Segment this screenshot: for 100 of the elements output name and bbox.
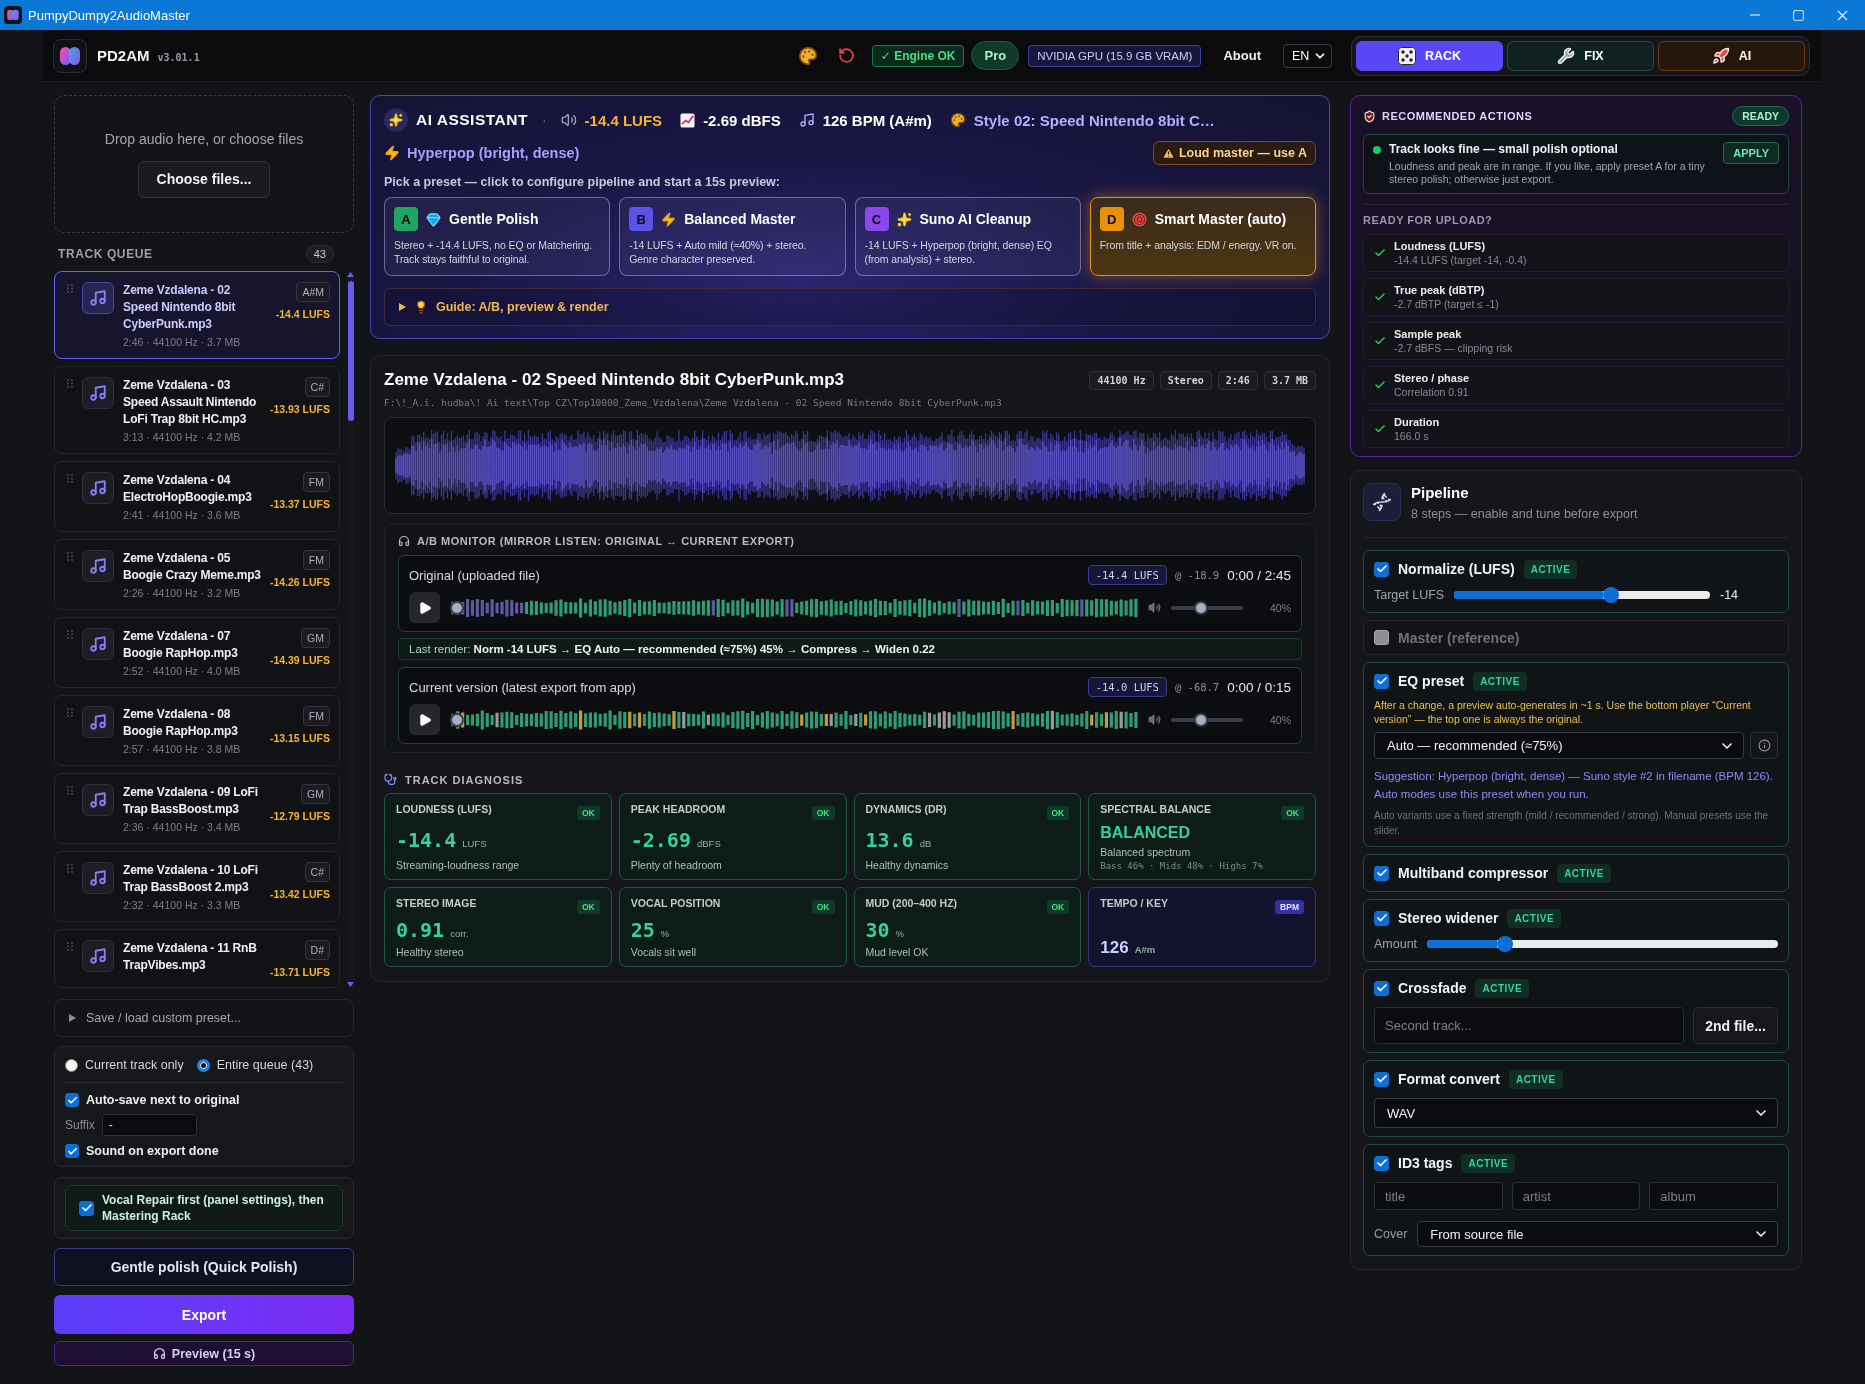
checkbox[interactable] xyxy=(65,1093,79,1107)
track-title: Zeme Vzdalena - 03 Speed Assault Nintendo LoFi Trap 8bit HC.mp3 xyxy=(123,377,258,428)
sparkle-icon xyxy=(384,108,408,132)
grip-icon[interactable] xyxy=(67,284,73,293)
track-item[interactable]: Zeme Vzdalena - 02 Speed Nintendo 8bit CyberPunk.mp3 2:46 · 44100 Hz · 3.7 MB A#M -14.4 LUFS xyxy=(54,271,340,359)
checkbox[interactable] xyxy=(79,1200,94,1216)
grip-icon[interactable] xyxy=(67,552,73,561)
maximize-icon[interactable] xyxy=(1792,8,1805,22)
loudness-value: -13.15 LUFS xyxy=(269,732,330,744)
music-note-icon xyxy=(82,550,114,582)
about-link[interactable]: About xyxy=(1223,48,1261,63)
mode-tab[interactable]: FIX xyxy=(1507,40,1654,71)
chart-icon xyxy=(680,112,696,128)
track-item[interactable]: Zeme Vzdalena - 10 LoFi Trap BassBoost 2.mp3 2:32 · 44100 Hz · 3.3 MB C# -13.42 LUFS xyxy=(54,851,340,922)
checkbox[interactable] xyxy=(1374,865,1389,881)
choose-files-button[interactable]: Choose files... xyxy=(137,160,271,198)
status-badge: OK xyxy=(577,900,600,914)
volume-thumb[interactable] xyxy=(1194,712,1209,727)
checklist-title: READY FOR UPLOAD? xyxy=(1363,214,1494,226)
grip-icon[interactable] xyxy=(67,708,73,717)
grip-icon[interactable] xyxy=(67,864,73,873)
track-title: Zeme Vzdalena - 07 Boogie RapHop.mp3 xyxy=(123,628,239,662)
custom-preset-toggle[interactable]: Save / load custom preset... xyxy=(54,999,354,1037)
track-item[interactable]: Zeme Vzdalena - 09 LoFi Trap BassBoost.mp3 2:36 · 44100 Hz · 3.4 MB GM -12.79 LUFS xyxy=(54,773,340,844)
tag-input[interactable]: title xyxy=(1374,1182,1503,1210)
preset-card[interactable]: A Gentle Polish Stereo + -14.4 LUFS, no EQ or Matchering. Track stays faithful to original. xyxy=(384,197,611,276)
track-item[interactable]: Zeme Vzdalena - 04 ElectroHopBoogie.mp3 2:41 · 44100 Hz · 3.6 MB FM -13.37 LUFS xyxy=(54,461,340,532)
seek-thumb[interactable] xyxy=(450,600,464,615)
track-tag: 44100 Hz xyxy=(1089,370,1154,390)
tag-input[interactable]: album xyxy=(1649,1182,1778,1210)
preview-button[interactable]: Preview (15 s) xyxy=(54,1341,354,1366)
status-badge: OK xyxy=(1281,806,1304,820)
second-file-button[interactable]: 2nd file... xyxy=(1693,1007,1778,1044)
track-item[interactable]: Zeme Vzdalena - 03 Speed Assault Nintendo LoFi Trap 8bit HC.mp3 3:13 · 44100 Hz · 4.2 MB C# -13.93 LUFS xyxy=(54,366,340,454)
caret-icon[interactable] xyxy=(399,303,406,311)
loudness-badge: -14.0 LUFS xyxy=(1087,677,1167,697)
export-button[interactable]: Export xyxy=(54,1295,354,1334)
render-summary: Last render: Norm -14 LUFS → EQ Auto — recommended (≈75%) 45% → Compress → Widen 0.22 xyxy=(398,638,1302,660)
radio-button[interactable] xyxy=(65,1058,78,1072)
music-note-icon xyxy=(798,112,815,128)
metric-note: Healthy stereo xyxy=(396,946,465,958)
radio-button[interactable] xyxy=(196,1058,210,1072)
scroll-up-icon[interactable] xyxy=(347,272,354,277)
checkbox[interactable] xyxy=(1374,1071,1389,1087)
grip-icon[interactable] xyxy=(67,379,73,388)
scroll-down-icon[interactable] xyxy=(347,982,354,987)
track-item[interactable]: Zeme Vzdalena - 11 RnB TrapVibes.mp3 D# -13.71 LUFS xyxy=(54,929,340,988)
checkbox[interactable] xyxy=(65,1144,79,1158)
eq-preset-select[interactable]: Auto — recommended (≈75%) xyxy=(1374,732,1744,759)
volume-thumb[interactable] xyxy=(1194,600,1209,615)
guide-toggle[interactable]: Guide: A/B, preview & render xyxy=(384,288,1316,326)
checkbox[interactable] xyxy=(1374,630,1389,645)
drop-zone[interactable]: Drop audio here, or choose files Choose files... xyxy=(54,95,354,233)
tag-input[interactable]: artist xyxy=(1511,1182,1641,1210)
track-item[interactable]: Zeme Vzdalena - 05 Boogie Crazy Meme.mp3 2:26 · 44100 Hz · 3.2 MB FM -14.26 LUFS xyxy=(54,539,340,610)
key-badge: A#M xyxy=(296,282,330,302)
slider-thumb[interactable] xyxy=(1602,587,1619,603)
grip-icon[interactable] xyxy=(67,474,73,483)
checkbox[interactable] xyxy=(1374,1155,1389,1171)
suffix-input[interactable]: - xyxy=(101,1114,197,1136)
preset-card[interactable]: D Smart Master (auto) From title + analysis: EDM / energy. VR on. xyxy=(1089,197,1316,276)
language-select[interactable]: EN xyxy=(1283,43,1332,68)
palette-icon[interactable] xyxy=(797,45,818,66)
metric-value: 30 xyxy=(865,918,890,942)
second-track-input[interactable]: Second track... xyxy=(1374,1007,1684,1044)
checkbox[interactable] xyxy=(1374,980,1389,996)
track-item[interactable]: Zeme Vzdalena - 08 Boogie RapHop.mp3 2:57 · 44100 Hz · 3.8 MB FM -13.15 LUFS xyxy=(54,695,340,766)
preset-card[interactable]: C Suno AI Cleanup -14 LUFS + Hyperpop (bright, dense) EQ (from analysis) + stereo. xyxy=(854,197,1081,276)
preset-card[interactable]: B Balanced Master -14 LUFS + Auto mild (≈40%) + stereo. Genre character preserved. xyxy=(619,197,846,276)
grip-icon[interactable] xyxy=(67,630,73,639)
play-button[interactable] xyxy=(409,592,440,623)
grip-icon[interactable] xyxy=(67,786,73,795)
quick-polish-button[interactable]: Gentle polish (Quick Polish) xyxy=(54,1248,354,1286)
caret-icon[interactable] xyxy=(69,1014,76,1022)
scrollbar-thumb[interactable] xyxy=(347,281,354,421)
mode-tab[interactable]: RACK xyxy=(1356,40,1503,71)
mode-tab[interactable]: AI xyxy=(1658,40,1805,71)
cover-select[interactable]: From source file xyxy=(1417,1221,1778,1247)
checkbox[interactable] xyxy=(1374,673,1389,689)
track-title: Zeme Vzdalena - 04 ElectroHopBoogie.mp3 xyxy=(123,472,253,506)
format-select[interactable]: WAV xyxy=(1374,1098,1778,1128)
seek-thumb[interactable] xyxy=(450,712,464,727)
metric-label: TEMPO / KEY xyxy=(1100,897,1168,909)
grip-icon[interactable] xyxy=(67,942,73,951)
play-button[interactable] xyxy=(409,704,440,735)
apply-button[interactable]: APPLY xyxy=(1723,142,1779,164)
slider-thumb[interactable] xyxy=(1497,936,1514,952)
playback-time: 0:00 / 0:15 xyxy=(1227,679,1291,695)
headphones-icon xyxy=(152,1347,166,1360)
track-item[interactable]: Zeme Vzdalena - 07 Boogie RapHop.mp3 2:52 · 44100 Hz · 4.0 MB GM -14.39 LUFS xyxy=(54,617,340,688)
analysis-stat: -14.4 LUFS xyxy=(584,111,663,129)
loudness-value: -13.71 LUFS xyxy=(269,966,330,978)
radio-label: Entire queue (43) xyxy=(216,1058,314,1072)
scrollbar[interactable] xyxy=(347,271,354,988)
music-note-icon xyxy=(82,282,114,314)
preset-description: From title + analysis: EDM / energy. VR on. xyxy=(1099,238,1298,252)
refresh-icon[interactable] xyxy=(837,47,855,64)
checkbox[interactable] xyxy=(1374,910,1389,926)
info-button[interactable] xyxy=(1750,732,1778,759)
checkbox[interactable] xyxy=(1374,561,1389,577)
